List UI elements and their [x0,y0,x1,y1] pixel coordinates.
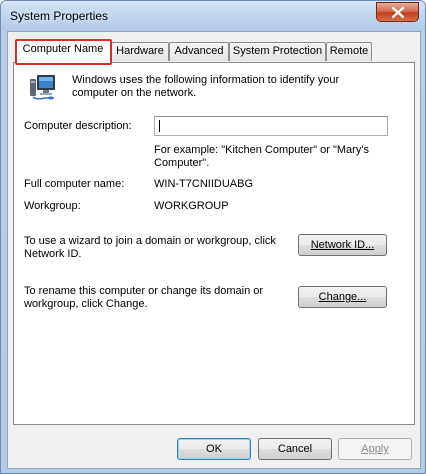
apply-button-label: Apply [361,443,389,455]
window-title: System Properties [10,9,109,23]
intro-text: Windows uses the following information t… [72,74,340,99]
tab-label: Hardware [116,45,164,57]
tab-computer-name[interactable]: Computer Name [15,40,111,63]
workgroup-value: WORKGROUP [154,200,229,212]
ok-button[interactable]: OK [177,438,251,460]
apply-button[interactable]: Apply [338,438,412,460]
network-id-button[interactable]: Network ID... [298,234,387,256]
rename-instructions: To rename this computer or change its do… [24,285,264,310]
tab-system-protection[interactable]: System Protection [229,42,326,61]
title-bar[interactable]: System Properties [1,1,425,31]
tab-label: System Protection [232,45,323,57]
computer-name-panel: Windows uses the following information t… [13,62,415,425]
tab-label: Remote [329,45,369,57]
ok-button-label: OK [206,443,222,455]
full-computer-name-label: Full computer name: [24,178,125,190]
tab-label: Advanced [174,45,224,57]
workgroup-label: Workgroup: [24,200,81,212]
change-button[interactable]: Change... [298,286,387,308]
example-text: For example: "Kitchen Computer" or "Mary… [154,144,369,169]
system-properties-window: System Properties Computer Name Hardware… [0,0,426,474]
tab-remote[interactable]: Remote [326,42,372,61]
change-button-label: Change... [318,291,367,303]
dialog-client-area: Computer Name Hardware Advanced System P… [7,31,421,469]
cancel-button-label: Cancel [277,443,313,455]
computer-description-label: Computer description: [24,120,132,132]
computer-description-input[interactable] [154,116,388,136]
close-button[interactable] [376,2,419,22]
close-icon [391,6,404,18]
tab-label: Computer Name [22,43,104,55]
full-computer-name-value: WIN-T7CNIIDUABG [154,178,253,190]
cancel-button[interactable]: Cancel [258,438,332,460]
text-caret [159,120,160,132]
wizard-instructions: To use a wizard to join a domain or work… [24,235,276,260]
network-id-button-label: Network ID... [310,239,375,251]
tab-advanced[interactable]: Advanced [169,42,229,61]
computer-network-icon [30,75,55,100]
tab-hardware[interactable]: Hardware [111,42,169,61]
